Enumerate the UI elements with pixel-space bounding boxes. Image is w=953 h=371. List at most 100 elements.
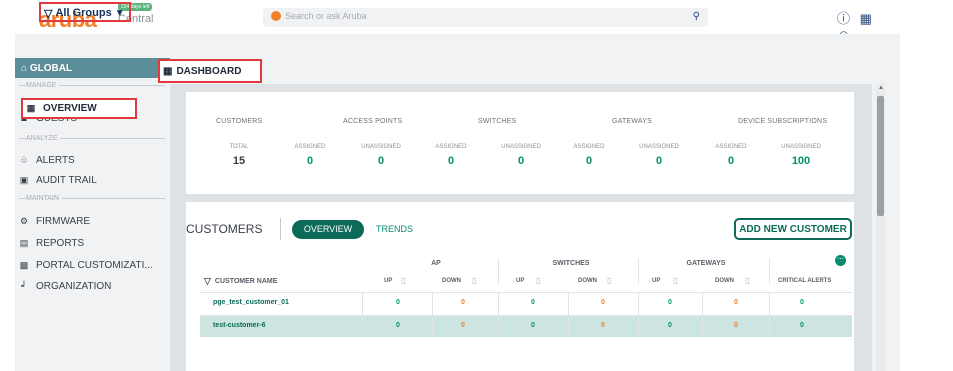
sidebar-item-organization[interactable]: ┙ ORGANIZATION: [19, 277, 111, 295]
summary-header-switches: SWITCHES: [478, 118, 517, 125]
sidebar-item-reports[interactable]: ▤ REPORTS: [19, 234, 84, 252]
summary-header-access-points: ACCESS POINTS: [343, 118, 403, 125]
filter-icon: ▽: [204, 276, 211, 286]
customer-name-header[interactable]: ▽ CUSTOMER NAME: [204, 276, 277, 287]
sort-icon[interactable]: ▯: [536, 276, 540, 285]
table-row[interactable]: pge_test_customer_01 0 0 0 0 0 0 0: [200, 292, 852, 315]
sidebar-item-label: FIRMWARE: [36, 215, 91, 227]
search-input[interactable]: Search or ask Aruba ⚲: [263, 8, 708, 27]
column-divider: [638, 258, 639, 284]
group-header-ap: AP: [431, 260, 441, 267]
summary-header-gateways: GATEWAYS: [612, 118, 652, 125]
table-cell: 0: [461, 299, 465, 306]
table-cell: 0: [531, 322, 535, 329]
table-cell: 0: [601, 322, 605, 329]
top-header: aruba 224 days left Central Search or as…: [15, 0, 900, 42]
summary-card: CUSTOMERS ACCESS POINTS SWITCHES GATEWAY…: [186, 92, 854, 194]
table-cell: 0: [668, 299, 672, 306]
summary-header-customers: CUSTOMERS: [216, 118, 263, 125]
table-cell: 0: [800, 299, 804, 306]
scrollbar[interactable]: ▲: [876, 84, 885, 371]
sort-icon[interactable]: ▯: [472, 276, 476, 285]
tab-overview[interactable]: OVERVIEW: [292, 220, 364, 239]
bell-icon: ♧: [19, 154, 29, 165]
column-header-gateways-down[interactable]: DOWN: [715, 278, 734, 284]
group-bar: [15, 34, 900, 58]
add-new-customer-button[interactable]: ADD NEW CUSTOMER: [734, 218, 852, 240]
sort-icon[interactable]: ▯: [673, 276, 677, 285]
table-cell: 0: [531, 299, 535, 306]
summary-label: ASSIGNED: [573, 144, 605, 150]
table-cell: 0: [396, 299, 400, 306]
table-row[interactable]: test-customer-6 0 0 0 0 0 0 0: [200, 315, 852, 338]
summary-value: 0: [585, 155, 593, 167]
grid-icon: ▦: [26, 103, 36, 113]
summary-label: TOTAL: [229, 144, 249, 150]
scroll-up-arrow[interactable]: ▲: [878, 85, 884, 91]
summary-value: 0: [517, 155, 525, 167]
table-cell: 0: [734, 322, 738, 329]
column-header-gateways-up[interactable]: UP: [652, 278, 660, 284]
summary-value: 0: [447, 155, 455, 167]
tab-row: [170, 58, 885, 84]
group-selector[interactable]: ▽ All Groups ▼: [39, 2, 131, 22]
sidebar-item-overview[interactable]: ▦ OVERVIEW: [21, 98, 137, 119]
sort-icon[interactable]: ▯: [607, 276, 611, 285]
divider: [280, 218, 281, 240]
summary-label: ASSIGNED: [294, 144, 326, 150]
more-options-icon[interactable]: ⋯: [835, 255, 846, 266]
sidebar-global[interactable]: ⌂ GLOBAL: [15, 58, 170, 78]
table-cell: 0: [601, 299, 605, 306]
summary-value: 0: [727, 155, 735, 167]
customers-card: CUSTOMERS OVERVIEW TRENDS ADD NEW CUSTOM…: [186, 202, 854, 371]
help-icon[interactable]: ⓘ: [837, 11, 850, 26]
summary-label: UNASSIGNED: [639, 144, 679, 150]
filter-icon: ▽: [44, 7, 53, 20]
summary-label: UNASSIGNED: [501, 144, 541, 150]
sidebar-item-portal-customization[interactable]: ▩ PORTAL CUSTOMIZATI...: [19, 256, 153, 274]
section-manage: — MANAGE: [19, 82, 165, 89]
sidebar-item-label: ORGANIZATION: [36, 280, 112, 292]
tab-dashboard-label: DASHBOARD: [176, 65, 242, 77]
sidebar-item-audit-trail[interactable]: ▣ AUDIT TRAIL: [19, 171, 97, 189]
sidebar-item-label: AUDIT TRAIL: [36, 174, 97, 186]
sidebar-global-label: GLOBAL: [29, 63, 73, 74]
customer-name-link[interactable]: pge_test_customer_01: [213, 299, 289, 306]
summary-header-device-subscriptions: DEVICE SUBSCRIPTIONS: [738, 118, 828, 125]
tab-trends[interactable]: TRENDS: [376, 224, 413, 234]
column-label: CUSTOMER NAME: [214, 278, 278, 285]
chevron-down-icon: ▼: [114, 7, 125, 19]
apps-grid-icon[interactable]: ▦: [860, 11, 872, 26]
home-icon: ⌂: [21, 63, 28, 74]
tab-dashboard[interactable]: ▦ DASHBOARD: [158, 59, 262, 83]
summary-label: UNASSIGNED: [361, 144, 401, 150]
summary-value: 15: [232, 155, 246, 167]
summary-value: 100: [791, 155, 811, 167]
table-cell: 0: [396, 322, 400, 329]
right-margin: [900, 0, 953, 371]
table-cell: 0: [734, 299, 738, 306]
summary-label: UNASSIGNED: [781, 144, 821, 150]
column-divider: [498, 258, 499, 284]
summary-label: ASSIGNED: [435, 144, 467, 150]
aruba-search-icon: [271, 11, 281, 21]
gear-icon: ⚙: [19, 215, 29, 226]
column-header-ap-down[interactable]: DOWN: [442, 278, 461, 284]
scroll-thumb[interactable]: [877, 96, 884, 216]
column-header-critical-alerts[interactable]: CRITICAL ALERTS: [778, 278, 831, 284]
sidebar-item-label: OVERVIEW: [43, 103, 97, 114]
customer-name-link[interactable]: test-customer-6: [213, 322, 266, 329]
sort-icon[interactable]: ▯: [401, 276, 405, 285]
column-header-ap-up[interactable]: UP: [384, 278, 392, 284]
sort-icon[interactable]: ▯: [745, 276, 749, 285]
audit-icon: ▣: [19, 174, 29, 185]
column-header-switches-up[interactable]: UP: [516, 278, 524, 284]
search-icon[interactable]: ⚲: [693, 11, 700, 22]
section-maintain: — MAINTAIN: [19, 195, 165, 202]
org-icon: ┙: [21, 280, 27, 291]
column-header-switches-down[interactable]: DOWN: [578, 278, 597, 284]
column-divider: [769, 258, 770, 284]
sidebar-item-firmware[interactable]: ⚙ FIRMWARE: [19, 212, 90, 230]
summary-value: 0: [306, 155, 314, 167]
sidebar-item-alerts[interactable]: ♧ ALERTS: [19, 151, 75, 169]
